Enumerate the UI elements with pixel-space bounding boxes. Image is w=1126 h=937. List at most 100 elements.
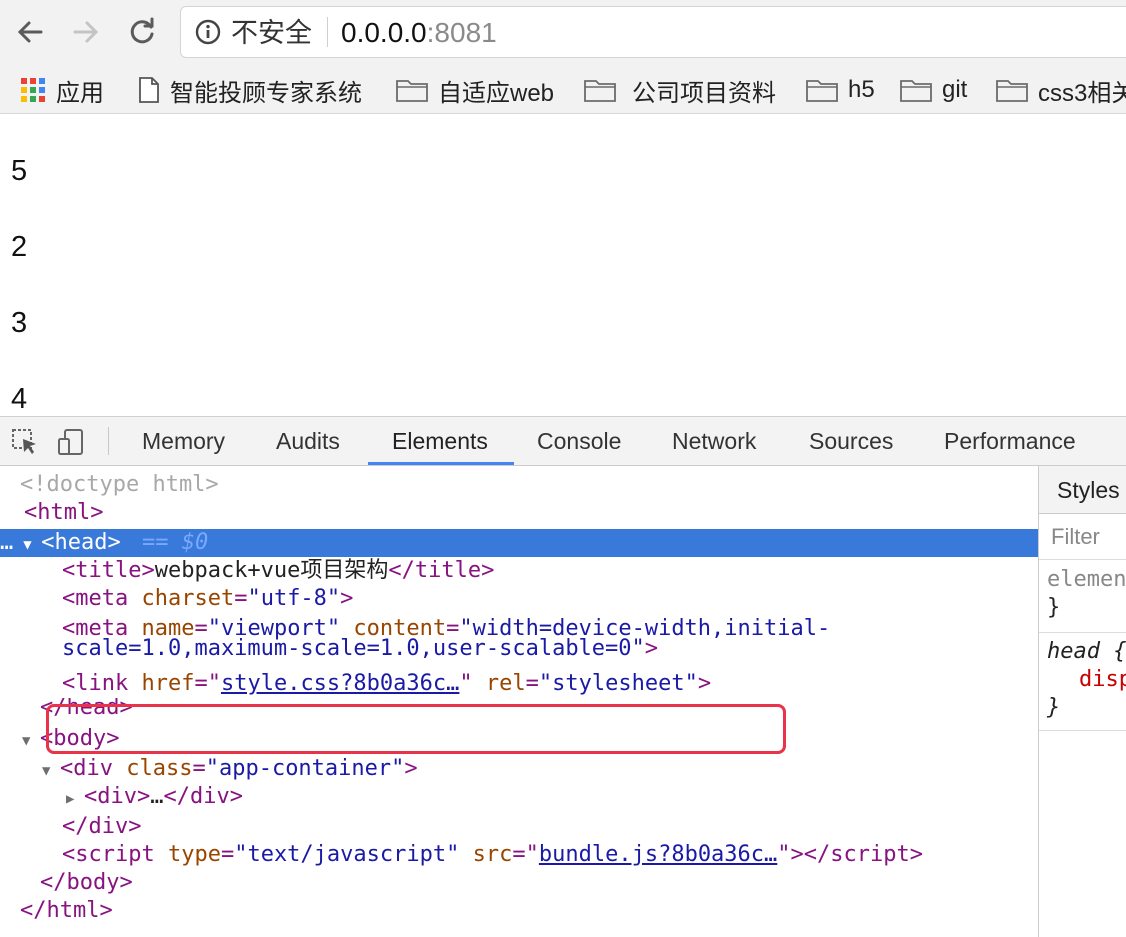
dom-node-meta-viewport-wrap: scale=1.0,maximum-scale=1.0,user-scalabl…: [62, 638, 659, 660]
stylesheet-link[interactable]: style.css?8b0a36c…: [221, 671, 459, 696]
dom-node-script[interactable]: <script type="text/javascript" src="bund…: [0, 841, 1038, 869]
style-rule-close: }: [1047, 595, 1061, 620]
attr-value: "stylesheet": [538, 671, 698, 696]
collapse-triangle-icon[interactable]: ▼: [22, 727, 40, 755]
dom-node-inner-div[interactable]: ▶ <div>…</div>: [0, 783, 1038, 811]
collapse-triangle-icon[interactable]: ▼: [23, 531, 41, 559]
body-close-tag: </body>: [40, 870, 133, 895]
list-item: 5: [11, 155, 28, 187]
page-icon: [139, 77, 159, 103]
bookmark-apps[interactable]: 应用: [20, 72, 104, 108]
bookmark-label: 公司项目资料: [632, 79, 776, 107]
styles-filter-input[interactable]: Filter: [1039, 514, 1126, 560]
dom-node-head-selected[interactable]: … ▼ <head> == $0: [0, 529, 1038, 557]
expand-triangle-icon[interactable]: ▶: [66, 785, 84, 813]
bookmarks-bar: 应用 智能投顾专家系统 自适应web 公司项目资料 h5 git css3相关: [0, 66, 1126, 114]
collapsed-content: …: [150, 784, 164, 809]
annotation-highlight-box: [46, 704, 786, 754]
html-close-tag: </html>: [20, 898, 113, 923]
bookmark-label: git: [942, 76, 968, 103]
bookmark-label: css3相关: [1038, 79, 1126, 107]
browser-toolbar: 不安全 0.0.0.0:8081: [0, 0, 1126, 66]
devtools-panel: Memory Audits Elements Console Network S…: [0, 416, 1126, 937]
forward-button[interactable]: [66, 12, 106, 52]
dom-node-title[interactable]: <title>webpack+vue项目架构</title>: [0, 557, 1038, 585]
url-text[interactable]: 0.0.0.0:8081: [341, 17, 497, 49]
dom-node-meta-charset[interactable]: <meta charset="utf-8">: [0, 585, 1038, 613]
list-item: 4: [11, 383, 28, 415]
tab-network[interactable]: Network: [672, 417, 756, 465]
attr-name: href: [141, 671, 195, 696]
bookmark-folder[interactable]: css3相关: [996, 72, 1126, 108]
reload-icon: [130, 17, 154, 44]
tab-elements[interactable]: Elements: [392, 417, 488, 465]
bookmark-label: 智能投顾专家系统: [170, 79, 362, 107]
bookmark-folder[interactable]: 公司项目资料: [584, 72, 776, 108]
tab-audits[interactable]: Audits: [276, 417, 340, 465]
dom-node-div-close[interactable]: </div>: [0, 813, 1038, 841]
attr-name: charset: [141, 586, 235, 611]
title-close-tag: </title>: [388, 558, 495, 583]
tab-styles[interactable]: Styles: [1039, 466, 1126, 514]
toolbar-divider: [108, 427, 109, 455]
style-rule-divider: [1039, 730, 1126, 731]
script-link[interactable]: bundle.js?8b0a36c…: [539, 842, 777, 867]
forward-arrow-icon: [73, 21, 99, 43]
bookmark-label: h5: [848, 76, 875, 103]
bookmark-folder[interactable]: 自适应web: [396, 72, 554, 108]
list-item: 2: [11, 231, 28, 263]
style-rule-close: }: [1047, 695, 1061, 720]
bookmark-folder[interactable]: h5: [806, 72, 875, 108]
bookmark-label: 应用: [56, 79, 104, 107]
list-item: 3: [11, 307, 28, 339]
dom-node-html[interactable]: <html>: [0, 499, 1038, 527]
tab-sources[interactable]: Sources: [809, 417, 893, 465]
attr-name: class: [126, 756, 193, 781]
title-open-tag: <title>: [62, 558, 155, 583]
bookmark-folder[interactable]: git: [900, 72, 967, 108]
attr-name: src: [472, 842, 513, 867]
title-text: webpack+vue项目架构: [154, 558, 389, 583]
url-port: :8081: [426, 17, 497, 48]
url-host: 0.0.0.0: [341, 17, 427, 48]
style-rule-selector: element: [1047, 567, 1126, 592]
dom-node-link[interactable]: <link href="style.css?8b0a36c…" rel="sty…: [0, 670, 1038, 698]
reload-button[interactable]: [122, 12, 162, 52]
div-tag: <div>: [84, 784, 151, 809]
attr-value: "app-container": [205, 756, 405, 781]
tab-performance[interactable]: Performance: [944, 417, 1076, 465]
dom-node-doctype[interactable]: <!doctype html>: [0, 471, 1038, 499]
address-bar[interactable]: 不安全 0.0.0.0:8081: [180, 6, 1126, 58]
script-tag: <script: [62, 842, 168, 867]
folder-icon: [996, 80, 1028, 102]
bookmark-label: 自适应web: [438, 79, 555, 107]
dom-node-html-close[interactable]: </html>: [0, 897, 1038, 925]
elements-tree: <!doctype html> <html> … ▼ <head> == $0 <t…: [0, 466, 1038, 937]
html-open-tag: <html>: [24, 500, 104, 525]
tab-memory[interactable]: Memory: [142, 417, 225, 465]
active-tab-indicator: [368, 462, 514, 465]
tab-console[interactable]: Console: [537, 417, 621, 465]
folder-icon: [806, 80, 838, 102]
device-toolbar-icon[interactable]: [56, 427, 86, 457]
div-close-tag: </div>: [163, 784, 243, 809]
bookmark-item[interactable]: 智能投顾专家系统: [138, 72, 362, 108]
style-property[interactable]: display: [1079, 666, 1126, 694]
link-tag: <link: [62, 671, 142, 696]
selected-node-marker: == $0: [141, 530, 209, 555]
dom-node-app-container[interactable]: ▼ <div class="app-container">: [0, 755, 1038, 783]
node-ellipsis: …: [0, 530, 14, 555]
dom-node-body-close[interactable]: </body>: [0, 869, 1038, 897]
attr-value: scale=1.0,maximum-scale=1.0,user-scalabl…: [62, 638, 645, 660]
info-icon[interactable]: [195, 19, 221, 45]
back-button[interactable]: [10, 12, 50, 52]
style-rule-selector: head {: [1047, 639, 1126, 664]
attr-name: type: [167, 842, 221, 867]
attr-value: "text/javascript": [234, 842, 460, 867]
doctype-text: <!doctype html>: [20, 472, 219, 497]
security-label[interactable]: 不安全: [231, 18, 312, 48]
div-close-tag: </div>: [62, 814, 142, 839]
attr-name: rel: [485, 671, 526, 696]
inspect-element-icon[interactable]: [10, 427, 40, 457]
collapse-triangle-icon[interactable]: ▼: [42, 757, 60, 785]
